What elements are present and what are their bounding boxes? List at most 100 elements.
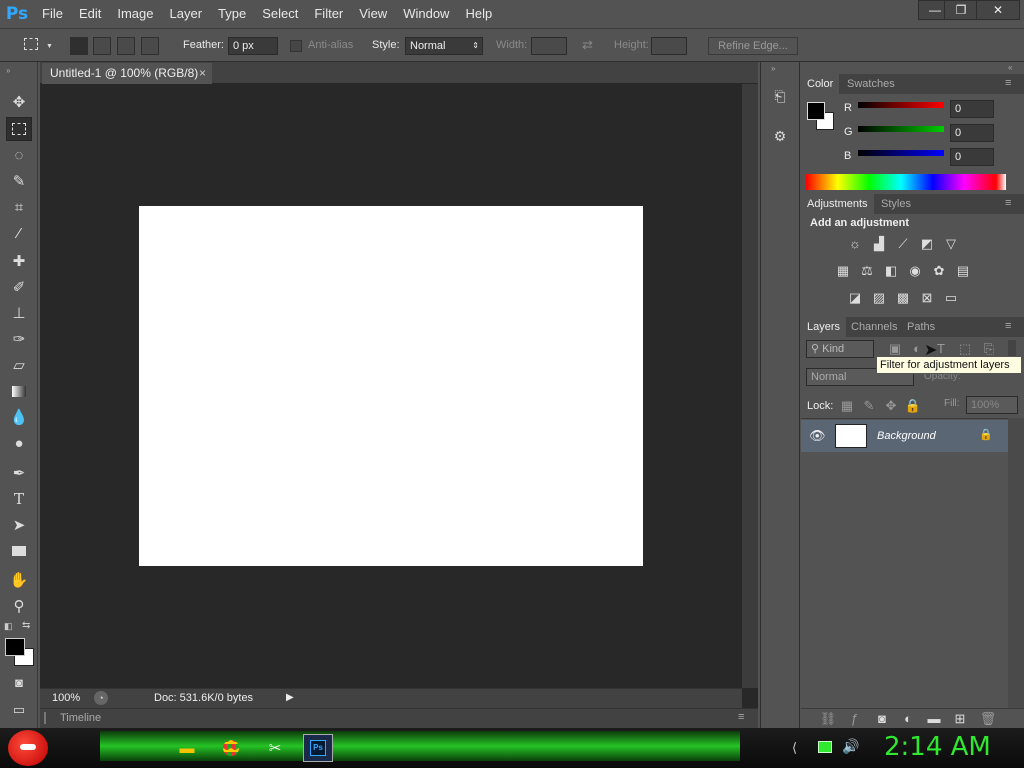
dodge-tool-icon[interactable]: ● [6, 431, 32, 455]
lock-transparent-icon[interactable]: ▦ [838, 398, 856, 414]
rectangle-tool-icon[interactable] [6, 539, 32, 563]
panel-menu-icon[interactable]: ≡ [1005, 77, 1011, 89]
collapse-icon[interactable]: » [6, 66, 10, 75]
tab-swatches[interactable]: Swatches [841, 74, 901, 94]
properties-panel-icon[interactable]: ⚙ [769, 128, 791, 150]
link-layers-icon[interactable]: ⛓ [819, 711, 837, 727]
pixel-filter-icon[interactable]: ▣ [886, 341, 904, 357]
color-spectrum[interactable] [806, 174, 1006, 190]
gradient-map-icon[interactable]: ▭ [942, 290, 960, 306]
document-tab[interactable]: Untitled-1 @ 100% (RGB/8) × [42, 63, 212, 84]
menu-file[interactable]: File [34, 0, 71, 28]
menu-view[interactable]: View [351, 0, 395, 28]
feather-input[interactable]: 0 px [228, 37, 278, 55]
folder-icon[interactable]: ▬ [172, 734, 202, 762]
photo-filter-icon[interactable]: ◉ [906, 263, 924, 279]
lock-position-icon[interactable]: ✥ [882, 398, 900, 414]
vertical-scrollbar[interactable] [742, 84, 758, 688]
new-selection-button[interactable] [70, 37, 88, 55]
collapse-icon[interactable]: « [1008, 63, 1012, 72]
brush-tool-icon[interactable]: ✐ [6, 275, 32, 299]
path-select-tool-icon[interactable]: ➤ [6, 513, 32, 537]
marquee-tool-icon[interactable] [6, 117, 32, 141]
restore-button[interactable]: ❐ [944, 0, 978, 20]
new-group-icon[interactable]: ▬ [925, 711, 943, 727]
type-tool-icon[interactable]: T [6, 487, 32, 511]
invert-icon[interactable]: ◪ [846, 290, 864, 306]
selective-color-icon[interactable]: ⊠ [918, 290, 936, 306]
volume-icon[interactable]: 🔊 [842, 738, 859, 755]
chrome-icon[interactable] [216, 734, 246, 762]
add-mask-icon[interactable]: ◙ [873, 711, 891, 727]
layer-name[interactable]: Background [877, 430, 936, 442]
shape-filter-icon[interactable]: ⬚ [956, 341, 974, 357]
menu-layer[interactable]: Layer [162, 0, 211, 28]
lasso-tool-icon[interactable]: ◌ [6, 143, 32, 167]
filter-toggle[interactable] [1008, 340, 1016, 356]
history-brush-tool-icon[interactable]: ✑ [6, 327, 32, 351]
tab-channels[interactable]: Channels [845, 317, 903, 337]
posterize-icon[interactable]: ▨ [870, 290, 888, 306]
gradient-tool-icon[interactable] [6, 379, 32, 403]
crop-tool-icon[interactable]: ⌗ [6, 195, 32, 219]
lock-all-icon[interactable]: 🔒 [904, 398, 922, 414]
fill-input[interactable]: 100% [966, 396, 1018, 414]
status-menu-arrow-icon[interactable]: ▶ [286, 692, 294, 703]
add-selection-button[interactable] [93, 37, 111, 55]
menu-filter[interactable]: Filter [306, 0, 351, 28]
refine-edge-button[interactable]: Refine Edge... [708, 37, 798, 55]
tab-styles[interactable]: Styles [875, 194, 917, 214]
clock[interactable]: 2:14 AM [884, 732, 991, 762]
eraser-tool-icon[interactable]: ▱ [6, 353, 32, 377]
healing-brush-tool-icon[interactable]: ✚ [6, 249, 32, 273]
antialias-checkbox[interactable] [290, 40, 302, 52]
style-select[interactable]: Normal ⇕ [405, 37, 483, 55]
start-button[interactable] [8, 730, 48, 766]
layer-row-background[interactable]: 👁 Background 🔒 [801, 420, 1008, 452]
trash-icon[interactable]: 🗑 [979, 711, 997, 727]
blur-tool-icon[interactable]: 💧 [6, 405, 32, 429]
panel-menu-icon[interactable]: ≡ [738, 711, 744, 723]
panel-menu-icon[interactable]: ≡ [1005, 197, 1011, 209]
filter-kind-select[interactable]: ⚲ Kind [806, 340, 874, 358]
close-tab-icon[interactable]: × [199, 63, 206, 83]
timeline-panel[interactable]: Timeline ≡ [40, 708, 758, 728]
quick-select-tool-icon[interactable]: ✎ [6, 169, 32, 193]
collapse-icon[interactable]: » [771, 64, 775, 73]
blue-slider[interactable] [858, 150, 944, 156]
subtract-selection-button[interactable] [117, 37, 135, 55]
menu-edit[interactable]: Edit [71, 0, 109, 28]
zoom-tool-icon[interactable]: ⚲ [6, 594, 32, 618]
tab-color[interactable]: Color [801, 74, 840, 94]
tab-paths[interactable]: Paths [901, 317, 941, 337]
close-button[interactable]: ✕ [976, 0, 1020, 20]
intersect-selection-button[interactable] [141, 37, 159, 55]
eyedropper-tool-icon[interactable]: ⁄ [6, 221, 32, 245]
tab-adjustments[interactable]: Adjustments [801, 194, 874, 214]
new-adjustment-icon[interactable]: ◐ [899, 711, 917, 727]
menu-image[interactable]: Image [109, 0, 161, 28]
quick-mask-icon[interactable]: ◙ [6, 670, 32, 694]
brightness-icon[interactable]: ☼ [846, 236, 864, 252]
menu-help[interactable]: Help [457, 0, 500, 28]
curves-icon[interactable]: ⟋ [894, 236, 912, 252]
hue-saturation-icon[interactable]: ▦ [834, 263, 852, 279]
foreground-color-swatch[interactable] [807, 102, 825, 120]
fx-icon[interactable]: ƒ [845, 711, 863, 727]
panel-menu-icon[interactable]: ≡ [1005, 320, 1011, 332]
vibrance-icon[interactable]: ▽ [942, 236, 960, 252]
network-icon[interactable] [818, 741, 832, 753]
blue-value[interactable]: 0 [950, 148, 994, 166]
default-colors-icon[interactable]: ◧ [4, 621, 13, 632]
photoshop-taskbar-icon[interactable]: Ps [303, 734, 333, 762]
levels-icon[interactable]: ▟ [870, 236, 888, 252]
color-balance-icon[interactable]: ⚖ [858, 263, 876, 279]
tray-arrow-icon[interactable]: ⟨ [792, 740, 797, 756]
stamp-tool-icon[interactable]: ⊥ [6, 301, 32, 325]
tab-layers[interactable]: Layers [801, 317, 847, 337]
swap-icon[interactable]: ⇄ [582, 37, 593, 53]
height-input[interactable] [651, 37, 687, 55]
history-panel-icon[interactable]: ⎗ [769, 88, 791, 110]
new-layer-icon[interactable]: ⊞ [951, 711, 969, 727]
move-tool-icon[interactable]: ✥ [6, 90, 32, 114]
